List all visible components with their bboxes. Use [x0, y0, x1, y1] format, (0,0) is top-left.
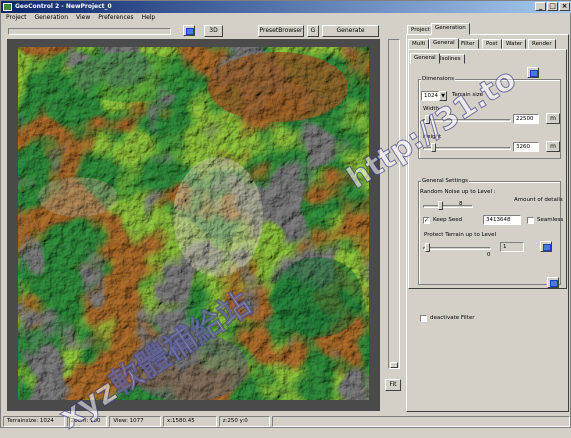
width-input[interactable]: 22500: [513, 114, 539, 124]
menu-preferences[interactable]: Preferences: [98, 13, 133, 23]
random-noise-slider-thumb[interactable]: [438, 201, 443, 210]
seamless-label: Seamless: [537, 217, 564, 223]
random-noise-value: 8: [459, 201, 463, 207]
help-button-bottom[interactable]: [547, 277, 559, 288]
terrain-size-label: Terrain size: [452, 92, 484, 98]
innertab-general[interactable]: General: [410, 53, 440, 64]
preset-browser-button[interactable]: PresetBrowser: [258, 25, 304, 37]
status-terrainsize: Terrainsize: 1024: [3, 416, 65, 427]
subtab-multi[interactable]: Multi: [408, 39, 430, 49]
amount-of-details-label: Amount of details: [514, 197, 563, 203]
width-slider[interactable]: [423, 119, 511, 122]
menu-view[interactable]: View: [76, 13, 90, 23]
menu-help[interactable]: Help: [142, 13, 156, 23]
subtab-filter[interactable]: Filter: [457, 39, 479, 49]
title-bar: GeoControl 2 - NewProject_0 _ □ ×: [1, 1, 571, 13]
status-view: View: 1077: [109, 416, 161, 427]
g-button[interactable]: G: [307, 25, 319, 37]
height-slider-thumb[interactable]: [431, 143, 436, 152]
terrain-size-select[interactable]: 1024: [421, 91, 439, 101]
keep-seed-label: Keep Seed: [433, 217, 463, 223]
scroll-thumb[interactable]: [390, 362, 398, 368]
deactivate-filter-checkbox[interactable]: [420, 315, 427, 322]
terrain-heightmap[interactable]: [18, 47, 369, 400]
dropdown-arrow-icon[interactable]: ▼: [439, 91, 447, 101]
protect-level-slider-thumb[interactable]: [425, 243, 430, 252]
menu-bar: Project Generation View Preferences Help: [1, 13, 401, 23]
protect-level-slider[interactable]: [423, 247, 491, 250]
deactivate-filter-label: deactivate Filter: [430, 315, 475, 321]
width-unit-button[interactable]: m: [546, 113, 560, 124]
keep-seed-checkbox[interactable]: ✓: [423, 217, 430, 224]
protect-level-input[interactable]: 1: [500, 242, 524, 252]
menu-project[interactable]: Project: [6, 13, 27, 23]
protect-level-tick-value: 0: [487, 252, 491, 258]
minimize-button[interactable]: _: [535, 2, 546, 11]
app-window: GeoControl 2 - NewProject_0 _ □ × Projec…: [0, 0, 571, 436]
3d-button[interactable]: 3D: [204, 25, 223, 37]
status-zoom: Zoom: 100: [66, 416, 108, 427]
general-settings-label: General Settings: [421, 178, 469, 184]
random-noise-label: Random Noise up to Level :: [420, 189, 496, 195]
pause-button[interactable]: [183, 25, 195, 36]
generate-button[interactable]: Generate: [322, 25, 379, 37]
subtab-general[interactable]: General: [429, 38, 459, 49]
status-bar: Terrainsize: 1024 Zoom: 100 View: 1077 x…: [1, 415, 571, 428]
help-button-top[interactable]: [527, 67, 539, 78]
height-label: Height: [423, 134, 442, 140]
dimensions-label: Dimensions: [421, 76, 456, 82]
height-slider[interactable]: [423, 147, 511, 150]
close-button[interactable]: ×: [559, 2, 570, 11]
height-unit-button[interactable]: m: [546, 141, 560, 152]
seamless-checkbox[interactable]: [527, 217, 534, 224]
status-x: x:1580.45: [162, 416, 217, 427]
terrain-image: [18, 47, 369, 400]
zoom-scrollbar[interactable]: [388, 39, 400, 369]
subtab-water[interactable]: Water: [502, 39, 527, 49]
height-input[interactable]: 3260: [513, 142, 539, 152]
fit-button[interactable]: Fit: [385, 379, 401, 391]
tab-generation[interactable]: Generation: [431, 23, 470, 35]
maximize-button[interactable]: □: [547, 2, 558, 11]
protect-terrain-label: Protect Terrain up to Level: [424, 232, 497, 238]
width-slider-thumb[interactable]: [425, 115, 430, 124]
settings-panel: Project Generation Multi General Filter …: [405, 23, 570, 413]
width-label: Width: [423, 106, 439, 112]
subtab-post[interactable]: Post: [482, 39, 502, 49]
random-noise-slider[interactable]: [423, 205, 473, 208]
app-icon: [3, 3, 12, 11]
progress-bar: [8, 28, 171, 35]
subtab-render[interactable]: Render: [528, 39, 556, 49]
innertab-isolines[interactable]: Isolines: [436, 54, 465, 64]
seed-input[interactable]: 3413648: [483, 215, 521, 225]
status-y: z:250 y:0: [218, 416, 271, 427]
protect-help-button[interactable]: [540, 241, 552, 252]
window-title: GeoControl 2 - NewProject_0: [15, 3, 112, 10]
status-blank: [272, 416, 570, 427]
menu-generation[interactable]: Generation: [35, 13, 68, 23]
